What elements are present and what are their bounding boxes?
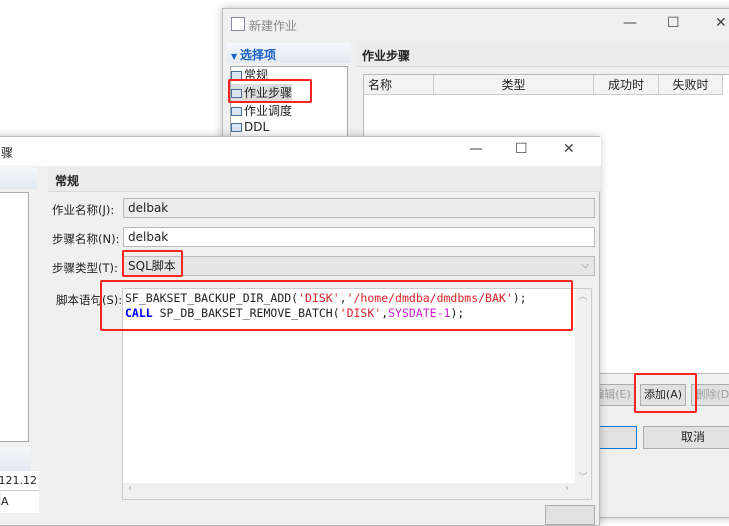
page-icon [231,123,242,132]
maximize-button[interactable]: ☐ [515,141,528,157]
page-icon [231,107,242,116]
close-button[interactable]: ✕ [563,141,575,157]
window-title: 骤 [1,146,14,160]
window-title: 新建作业 [249,19,298,33]
partial-button[interactable] [545,505,595,525]
chevron-down-icon: ⌵ [581,260,589,271]
left-fragment: 6.121.12 [0,471,39,491]
col-failure[interactable]: 失败时 [659,75,723,95]
left-header [0,167,37,189]
left-props-header [0,447,31,471]
col-success[interactable]: 成功时 [594,75,659,95]
highlight-box [228,79,312,103]
vertical-scrollbar[interactable]: ︿ ﹀ [575,289,591,485]
maximize-button[interactable]: ☐ [667,15,680,31]
highlight-box [100,280,573,331]
sidebar-item-ddl[interactable]: DDL [231,120,269,134]
section-title: 常规 [48,166,601,192]
col-type[interactable]: 类型 [434,75,594,95]
step-type-select[interactable]: SQL脚本 ⌵ [123,256,595,276]
step-type-label: 步骤类型(T): [52,261,118,275]
horizontal-scrollbar[interactable]: ‹ › [123,483,591,499]
collapse-icon: ▼ [231,52,240,61]
sidebar-item-schedule[interactable]: 作业调度 [231,102,292,119]
left-list [0,192,29,442]
job-name-label: 作业名称(J): [52,203,115,217]
title-bar [0,137,601,166]
minimize-button[interactable]: — [469,141,483,157]
job-icon [231,17,245,31]
left-fragment: A [1,491,39,513]
highlight-box [122,250,183,277]
step-name-input[interactable]: delbak [123,227,595,247]
section-title: 作业步骤 [356,41,729,67]
cancel-button[interactable]: 取消 [643,426,729,449]
step-name-label: 步骤名称(N): [52,232,120,246]
highlight-box [634,373,697,413]
close-button[interactable]: ✕ [715,15,727,31]
job-name-field: delbak [123,198,595,218]
col-name[interactable]: 名称 [364,75,434,95]
minimize-button[interactable]: — [623,15,637,31]
sidebar-header[interactable]: ▼ 选择项 [227,43,351,63]
